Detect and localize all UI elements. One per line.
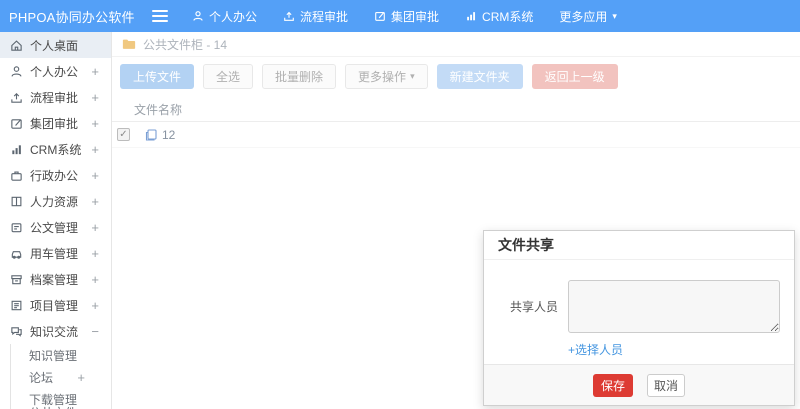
sidebar-item-project-management[interactable]: 项目管理 + — [0, 292, 111, 318]
file-icon — [144, 128, 158, 142]
plus-icon[interactable]: + — [91, 246, 99, 261]
topnav-personal-office[interactable]: 个人办公 — [192, 8, 257, 25]
file-row[interactable]: ✓ 12 — [112, 122, 800, 148]
file-name: 12 — [162, 127, 176, 142]
sidebar-item-archive-management[interactable]: 档案管理 + — [0, 266, 111, 292]
plus-icon[interactable]: + — [91, 220, 99, 235]
batch-delete-button[interactable]: 批量删除 — [262, 64, 337, 89]
car-icon — [10, 247, 23, 260]
plus-icon[interactable]: + — [77, 370, 85, 385]
dialog-footer: 保存 取消 — [484, 364, 794, 405]
share-people-textarea[interactable] — [568, 280, 780, 333]
knowledge-exchange-submenu: 知识管理 论坛 + 下载管理 公共文件柜 — [10, 344, 111, 409]
caret-down-icon: ▾ — [612, 10, 617, 21]
plus-icon[interactable]: + — [91, 90, 99, 105]
home-icon — [10, 39, 23, 52]
document-icon — [10, 221, 23, 234]
user-icon — [192, 10, 204, 22]
plus-icon[interactable]: + — [91, 116, 99, 131]
sidebar-item-process-approval[interactable]: 流程审批 + — [0, 84, 111, 110]
topnav-process-approval[interactable]: 流程审批 — [283, 8, 348, 25]
sidebar-item-group-approval[interactable]: 集团审批 + — [0, 110, 111, 136]
plus-icon[interactable]: + — [91, 168, 99, 183]
toolbar: 上传文件 全选 批量删除 更多操作 ▾ 新建文件夹 返回上一级 — [112, 57, 800, 98]
chart-icon — [465, 10, 477, 22]
dialog-body: 共享人员 +选择人员 — [484, 260, 794, 359]
topnav-crm-system[interactable]: CRM系统 — [465, 8, 533, 25]
plus-icon[interactable]: + — [91, 194, 99, 209]
briefcase-icon — [10, 169, 23, 182]
chat-icon — [10, 325, 23, 338]
plus-icon[interactable]: + — [91, 142, 99, 157]
topnav-group-approval[interactable]: 集团审批 — [374, 8, 439, 25]
topbar: PHPOA协同办公软件 个人办公 流程审批 集团审批 CRM系统 更多应用 ▾ — [0, 0, 800, 32]
file-table-header: 文件名称 — [112, 98, 800, 122]
archive-icon — [10, 273, 23, 286]
share-people-label: 共享人员 — [510, 300, 559, 314]
cancel-button[interactable]: 取消 — [647, 373, 685, 397]
sidebar-item-admin-office[interactable]: 行政办公 + — [0, 162, 111, 188]
topnav-more-apps[interactable]: 更多应用 ▾ — [559, 8, 617, 25]
caret-down-icon: ▾ — [410, 71, 415, 81]
plus-icon[interactable]: + — [91, 298, 99, 313]
sidebar: 个人桌面 个人办公 + 流程审批 + 集团审批 + CRM系统 + 行政办公 + — [0, 32, 112, 409]
project-icon — [10, 299, 23, 312]
edit-icon — [10, 117, 23, 130]
sidebar-subitem-forum[interactable]: 论坛 + — [11, 366, 111, 388]
new-folder-button[interactable]: 新建文件夹 — [436, 64, 523, 89]
dialog-title: 文件共享 — [498, 237, 554, 253]
hamburger-menu-icon[interactable] — [152, 10, 168, 22]
plus-icon[interactable]: + — [91, 64, 99, 79]
breadcrumb: 公共文件柜 - 14 — [112, 32, 800, 57]
edit-icon — [374, 10, 386, 22]
sidebar-item-personal-desktop[interactable]: 个人桌面 — [0, 32, 111, 58]
process-icon — [283, 10, 295, 22]
check-icon: ✓ — [119, 128, 128, 140]
sidebar-item-knowledge-exchange[interactable]: 知识交流 − — [0, 318, 111, 344]
dialog-header: 文件共享 — [484, 231, 794, 260]
more-actions-button[interactable]: 更多操作 ▾ — [345, 64, 428, 89]
user-icon — [10, 65, 23, 78]
select-all-button[interactable]: 全选 — [203, 64, 254, 89]
sidebar-item-crm-system[interactable]: CRM系统 + — [0, 136, 111, 162]
app-logo: PHPOA协同办公软件 — [9, 9, 135, 25]
row-checkbox[interactable]: ✓ — [117, 128, 130, 141]
minus-icon[interactable]: − — [91, 324, 99, 339]
upload-file-button[interactable]: 上传文件 — [120, 64, 195, 89]
file-share-dialog: 文件共享 共享人员 +选择人员 保存 取消 — [483, 230, 795, 406]
chart-icon — [10, 143, 23, 156]
process-icon — [10, 91, 23, 104]
select-people-link[interactable]: +选择人员 — [568, 341, 623, 358]
sidebar-subitem-knowledge-management[interactable]: 知识管理 — [11, 344, 111, 366]
breadcrumb-text: 公共文件柜 - 14 — [143, 37, 228, 52]
plus-icon[interactable]: + — [91, 272, 99, 287]
save-button[interactable]: 保存 — [593, 373, 633, 397]
sidebar-item-human-resources[interactable]: 人力资源 + — [0, 188, 111, 214]
sidebar-item-vehicle-management[interactable]: 用车管理 + — [0, 240, 111, 266]
sidebar-item-document-management[interactable]: 公文管理 + — [0, 214, 111, 240]
back-button[interactable]: 返回上一级 — [531, 64, 618, 89]
top-navigation: 个人办公 流程审批 集团审批 CRM系统 更多应用 ▾ — [192, 8, 617, 25]
folder-icon — [122, 38, 136, 50]
book-icon — [10, 195, 23, 208]
column-header-file-name: 文件名称 — [134, 103, 183, 117]
sidebar-item-personal-office[interactable]: 个人办公 + — [0, 58, 111, 84]
